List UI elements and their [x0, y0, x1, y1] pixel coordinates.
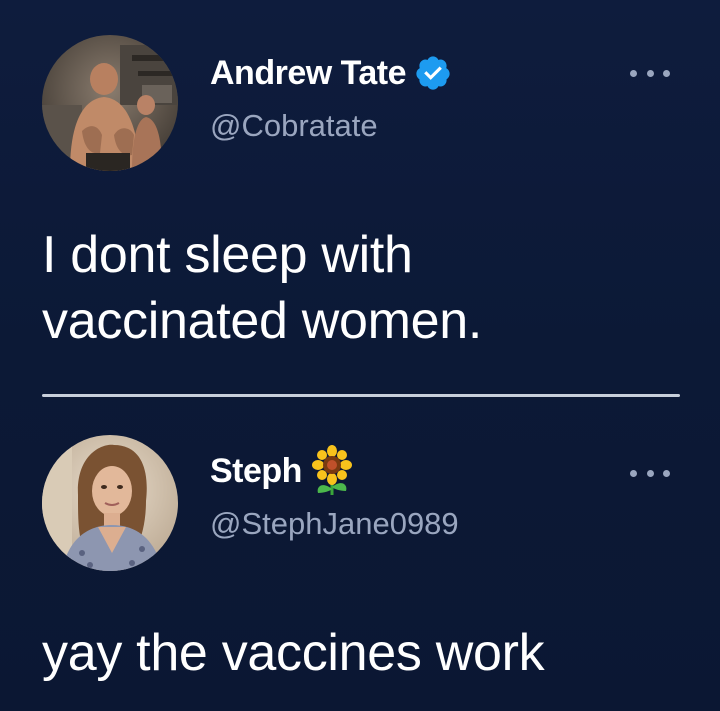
tweet-text-line: vaccinated women. [42, 292, 483, 350]
display-name[interactable]: Steph [210, 452, 302, 491]
tweet-text: I dont sleep with vaccinated women. [42, 222, 682, 354]
more-options-icon[interactable] [630, 65, 670, 81]
dot [630, 69, 637, 77]
tweet-original[interactable]: Andrew Tate @Cobratate I dont sleep with… [0, 0, 720, 397]
tweet-text-line: yay the vaccines work [42, 624, 545, 682]
sunflower-icon [310, 445, 354, 497]
more-options-icon[interactable] [630, 465, 670, 481]
dot [663, 469, 670, 477]
author-row: Steph [210, 445, 354, 495]
dot [663, 69, 670, 77]
avatar-steph[interactable] [42, 435, 178, 571]
dot [646, 469, 654, 477]
tweet-reply[interactable]: Steph @StephJane0989 yay the vaccines wo… [0, 400, 720, 711]
handle[interactable]: @Cobratate [210, 108, 378, 144]
avatar-photo [42, 435, 178, 571]
avatar-photo [42, 35, 178, 171]
tweet-text-line: I dont sleep with [42, 226, 413, 284]
verified-icon [414, 54, 452, 92]
tweet-text: yay the vaccines work [42, 620, 702, 686]
handle[interactable]: @StephJane0989 [210, 506, 459, 542]
dot [630, 469, 637, 477]
tweet-screenshot: Andrew Tate @Cobratate I dont sleep with… [0, 0, 720, 711]
dot [646, 69, 654, 77]
display-name[interactable]: Andrew Tate [210, 54, 407, 93]
avatar-andrew-tate[interactable] [42, 35, 178, 171]
author-row: Andrew Tate [210, 52, 452, 94]
divider [42, 394, 680, 397]
